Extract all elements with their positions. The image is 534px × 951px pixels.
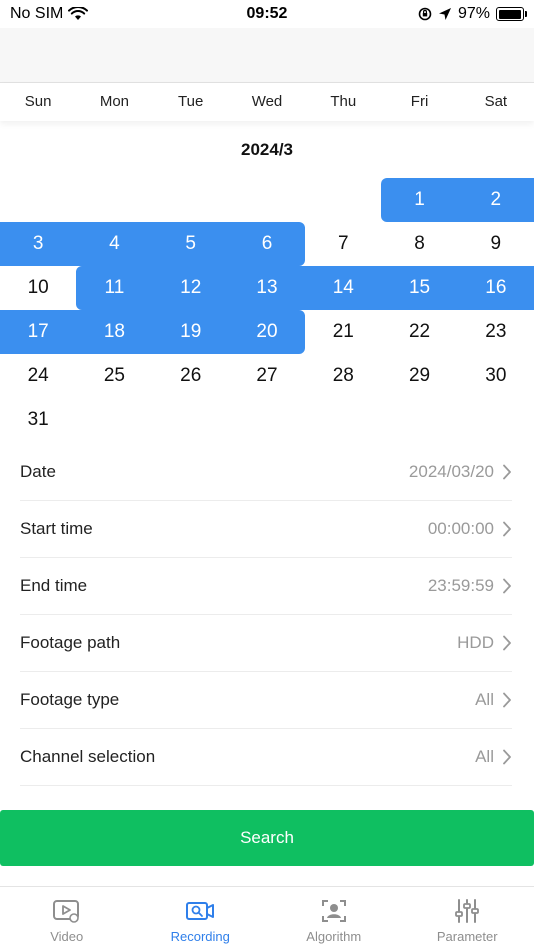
footage-type-row[interactable]: Footage type All	[20, 672, 512, 729]
calendar-day[interactable]: 8	[381, 222, 457, 266]
video-play-icon	[52, 897, 82, 925]
calendar-day[interactable]: 24	[0, 354, 76, 398]
calendar-day[interactable]: 31	[0, 398, 76, 442]
tab-parameter-label: Parameter	[401, 929, 534, 944]
sliders-icon	[452, 897, 482, 925]
date-value: 2024/03/20	[409, 462, 494, 482]
chevron-right-icon	[502, 692, 512, 708]
tab-video[interactable]: Video	[0, 887, 134, 951]
footage-path-label: Footage path	[20, 633, 120, 653]
calendar-day[interactable]: 20	[229, 310, 305, 354]
footage-path-value: HDD	[457, 633, 494, 653]
weekday-label: Mon	[76, 83, 152, 121]
calendar-day[interactable]: 3	[0, 222, 76, 266]
status-right: 97%	[418, 5, 524, 23]
start-time-label: Start time	[20, 519, 93, 539]
weekday-label: Sat	[458, 83, 534, 121]
calendar-grid: 1234567891011121314151617181920212223242…	[0, 178, 534, 442]
calendar-day[interactable]: 13	[229, 266, 305, 310]
calendar-day[interactable]: 29	[381, 354, 457, 398]
calendar-day[interactable]: 7	[305, 222, 381, 266]
channel-selection-value: All	[475, 747, 494, 767]
bottom-tab-bar: Video Recording Algorithm Parameter	[0, 886, 534, 951]
weekday-header: Sun Mon Tue Wed Thu Fri Sat	[0, 83, 534, 121]
calendar-day[interactable]: 22	[381, 310, 457, 354]
end-time-value: 23:59:59	[428, 576, 494, 596]
calendar-day[interactable]: 17	[0, 310, 76, 354]
calendar-day[interactable]: 21	[305, 310, 381, 354]
battery-icon	[496, 7, 524, 21]
tab-video-label: Video	[0, 929, 134, 944]
navigation-header	[0, 28, 534, 83]
chevron-right-icon	[502, 749, 512, 765]
calendar-day[interactable]: 30	[458, 354, 534, 398]
start-time-value-group: 00:00:00	[428, 519, 512, 539]
search-form: Date 2024/03/20 Start time 00:00:00 End …	[0, 444, 534, 786]
tab-algorithm-label: Algorithm	[267, 929, 401, 944]
channel-selection-label: Channel selection	[20, 747, 155, 767]
footage-type-label: Footage type	[20, 690, 119, 710]
battery-percent: 97%	[458, 5, 490, 23]
tab-parameter[interactable]: Parameter	[401, 887, 534, 951]
calendar-day[interactable]: 5	[153, 222, 229, 266]
start-time-row[interactable]: Start time 00:00:00	[20, 501, 512, 558]
start-time-value: 00:00:00	[428, 519, 494, 539]
calendar-day[interactable]: 9	[458, 222, 534, 266]
calendar-day[interactable]: 10	[0, 266, 76, 310]
calendar-day[interactable]: 26	[153, 354, 229, 398]
weekday-label: Sun	[0, 83, 76, 121]
end-time-label: End time	[20, 576, 87, 596]
footage-type-value-group: All	[475, 690, 512, 710]
calendar-day[interactable]: 6	[229, 222, 305, 266]
calendar-day[interactable]: 2	[458, 178, 534, 222]
chevron-right-icon	[502, 578, 512, 594]
orientation-lock-icon	[418, 7, 432, 21]
weekday-label: Fri	[381, 83, 457, 121]
calendar-day[interactable]: 25	[76, 354, 152, 398]
calendar-day[interactable]: 11	[76, 266, 152, 310]
date-label: Date	[20, 462, 56, 482]
calendar-day[interactable]: 19	[153, 310, 229, 354]
calendar-day[interactable]: 18	[76, 310, 152, 354]
calendar-day[interactable]: 14	[305, 266, 381, 310]
end-time-value-group: 23:59:59	[428, 576, 512, 596]
weekday-label: Tue	[153, 83, 229, 121]
date-value-group: 2024/03/20	[409, 462, 512, 482]
channel-selection-row[interactable]: Channel selection All	[20, 729, 512, 786]
location-arrow-icon	[438, 7, 452, 21]
footage-path-row[interactable]: Footage path HDD	[20, 615, 512, 672]
calendar-day[interactable]: 23	[458, 310, 534, 354]
status-bar: No SIM 09:52 97%	[0, 0, 534, 28]
channel-selection-value-group: All	[475, 747, 512, 767]
footage-path-value-group: HDD	[457, 633, 512, 653]
calendar-day[interactable]: 12	[153, 266, 229, 310]
tab-algorithm[interactable]: Algorithm	[267, 887, 401, 951]
end-time-row[interactable]: End time 23:59:59	[20, 558, 512, 615]
month-title: 2024/3	[0, 140, 534, 160]
weekday-label: Thu	[305, 83, 381, 121]
battery-level-fill	[499, 10, 521, 19]
search-button[interactable]: Search	[0, 810, 534, 866]
chevron-right-icon	[502, 521, 512, 537]
tab-recording-label: Recording	[134, 929, 268, 944]
chevron-right-icon	[502, 635, 512, 651]
calendar-day[interactable]: 27	[229, 354, 305, 398]
calendar-day[interactable]: 1	[381, 178, 457, 222]
date-row[interactable]: Date 2024/03/20	[20, 444, 512, 501]
calendar-day[interactable]: 4	[76, 222, 152, 266]
calendar-day[interactable]: 15	[381, 266, 457, 310]
tab-recording[interactable]: Recording	[134, 887, 268, 951]
footage-type-value: All	[475, 690, 494, 710]
weekday-label: Wed	[229, 83, 305, 121]
calendar-day[interactable]: 16	[458, 266, 534, 310]
calendar-day[interactable]: 28	[305, 354, 381, 398]
recording-search-icon	[185, 897, 215, 925]
face-scan-icon	[319, 897, 349, 925]
chevron-right-icon	[502, 464, 512, 480]
